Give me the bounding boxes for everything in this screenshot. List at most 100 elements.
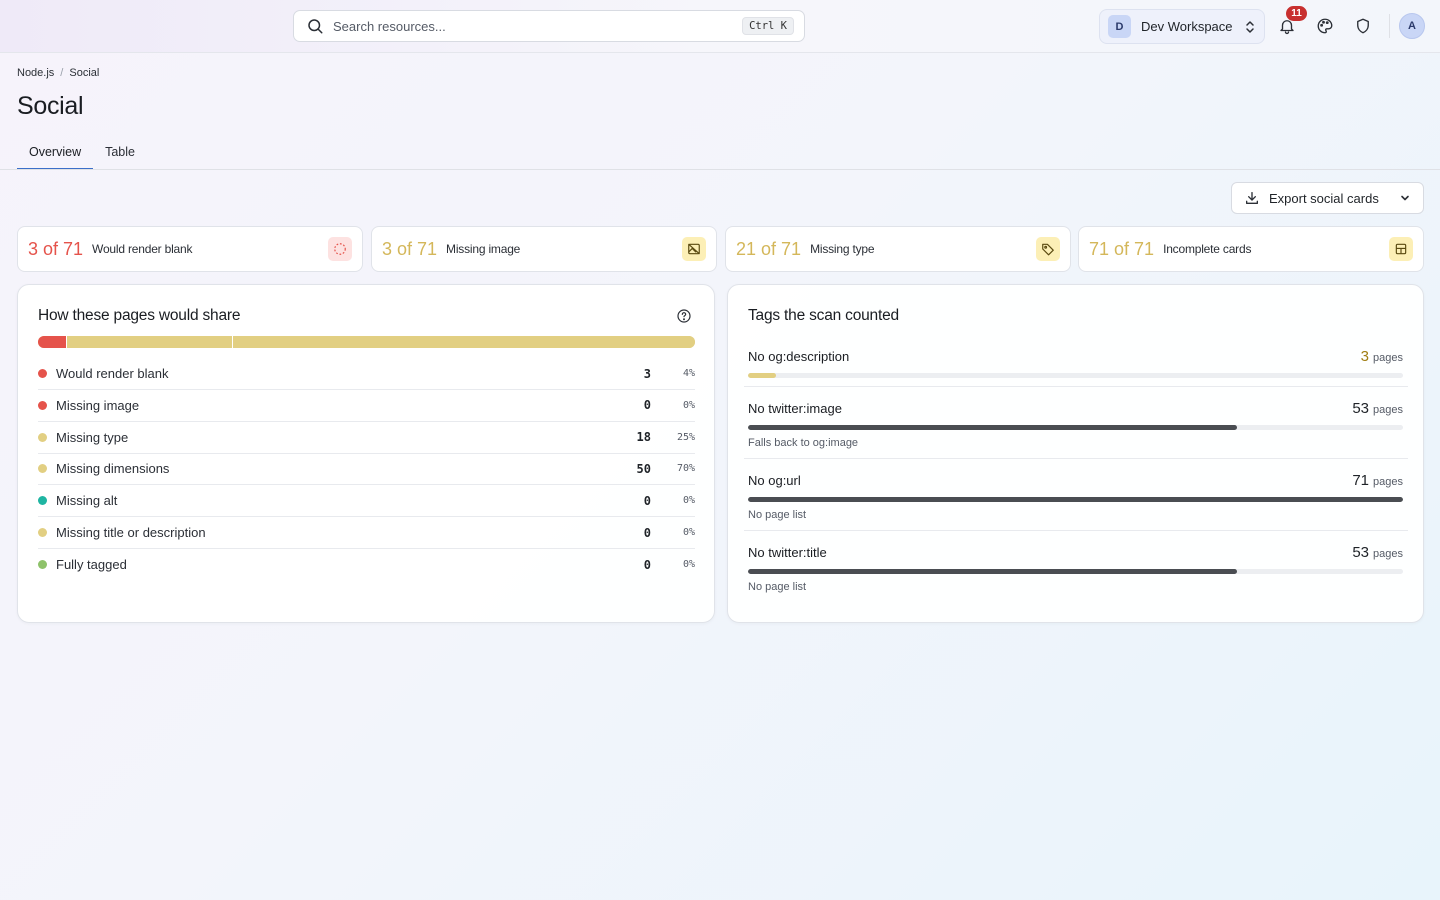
share-row-percent: 70% <box>676 463 695 475</box>
search-box[interactable]: Search resources... Ctrl K <box>293 10 805 42</box>
legend-dot <box>38 528 47 537</box>
tag-progress-fill <box>748 425 1237 430</box>
workspace-badge: D <box>1108 15 1131 38</box>
tag-name: No twitter:title <box>748 545 827 560</box>
breadcrumb-parent[interactable]: Node.js <box>17 67 54 79</box>
tabs-divider <box>0 169 1440 170</box>
tag-count: 53 <box>1352 400 1370 417</box>
search-icon <box>306 17 324 35</box>
stat-value: 71 of 71 <box>1089 238 1155 259</box>
share-row-percent: 25% <box>676 431 695 443</box>
workspace-switcher[interactable]: D Dev Workspace <box>1099 9 1265 44</box>
stat-value: 3 of 71 <box>28 238 84 259</box>
stat-card-missing-image[interactable]: 3 of 71 Missing image <box>371 226 717 272</box>
share-row-count: 3 <box>643 366 651 381</box>
share-distribution-bar <box>38 336 695 348</box>
tag-item[interactable]: No twitter:image 53 pages Falls back to og:… <box>748 400 1403 449</box>
stat-label: Incomplete cards <box>1163 242 1252 256</box>
tag-unit: pages <box>1373 352 1403 364</box>
tab-bar: Overview Table <box>17 136 147 170</box>
stat-label: Would render blank <box>92 242 193 256</box>
share-row[interactable]: Missing alt 0 0% <box>38 485 695 518</box>
share-row[interactable]: Missing type 18 25% <box>38 422 695 454</box>
search-input[interactable]: Search resources... <box>333 19 742 34</box>
stat-value: 21 of 71 <box>736 238 802 259</box>
share-row-count: 0 <box>643 557 651 572</box>
page-title: Social <box>17 92 84 120</box>
tag-progress-fill <box>748 373 776 378</box>
share-row-label: Would render blank <box>56 366 169 381</box>
share-row[interactable]: Missing title or description 0 0% <box>38 517 695 549</box>
tag-divider <box>744 530 1408 531</box>
notification-count-badge: 11 <box>1286 6 1307 21</box>
search-shortcut: Ctrl K <box>742 17 794 35</box>
tab-table[interactable]: Table <box>93 136 147 170</box>
share-row-percent: 0% <box>682 559 695 571</box>
help-circle-icon[interactable] <box>676 308 692 324</box>
tag-item[interactable]: No twitter:title 53 pages No page list <box>748 544 1403 593</box>
legend-dot <box>38 464 47 474</box>
share-row-percent: 0% <box>682 399 695 411</box>
share-row[interactable]: Would render blank 3 4% <box>38 358 695 390</box>
tag-count: 53 <box>1352 544 1370 561</box>
tag-count: 71 <box>1352 472 1370 489</box>
share-bar-segment <box>65 336 233 348</box>
tag-item[interactable]: No og:description 3 pages <box>748 348 1403 378</box>
tag-note: No page list <box>748 581 807 593</box>
share-row-label: Missing type <box>56 429 129 445</box>
share-summary-card: How these pages would share Would render… <box>17 284 715 623</box>
share-row-label: Missing alt <box>56 493 118 509</box>
tag-divider <box>744 458 1408 459</box>
tag-item[interactable]: No og:url 71 pages No page list <box>748 472 1403 521</box>
legend-dot <box>38 496 47 506</box>
tag-progress-track <box>748 497 1403 502</box>
tab-overview[interactable]: Overview <box>17 136 94 170</box>
header-divider <box>1389 14 1390 38</box>
chevron-down-icon <box>1399 192 1411 204</box>
export-social-cards-button[interactable]: Export social cards <box>1231 182 1424 214</box>
share-row-count: 0 <box>643 398 651 413</box>
shield-icon <box>1354 17 1372 35</box>
tag-progress-fill <box>748 569 1237 574</box>
tag-progress-track <box>748 373 1403 378</box>
stat-label: Missing type <box>810 242 875 256</box>
share-row-percent: 4% <box>682 368 695 379</box>
share-card-title: How these pages would share <box>38 307 241 324</box>
breadcrumb: Node.js / Social <box>17 67 99 79</box>
export-label: Export social cards <box>1269 190 1379 206</box>
top-bar: Search resources... Ctrl K D Dev Workspa… <box>0 0 1440 53</box>
legend-dot <box>38 369 47 378</box>
security-button[interactable] <box>1352 15 1374 37</box>
stat-card-missing-type[interactable]: 21 of 71 Missing type <box>725 226 1071 272</box>
tag-note: Falls back to og:image <box>748 437 859 449</box>
tag-unit: pages <box>1373 476 1403 488</box>
tag-note: No page list <box>748 509 807 521</box>
stat-label: Missing image <box>446 242 521 256</box>
avatar[interactable]: A <box>1399 13 1425 39</box>
share-row-label: Missing title or description <box>56 525 206 540</box>
theme-button[interactable] <box>1314 15 1336 37</box>
breadcrumb-current: Social <box>69 67 100 79</box>
share-row[interactable]: Missing image 0 0% <box>38 390 695 422</box>
share-row[interactable]: Missing dimensions 50 70% <box>38 453 695 486</box>
share-row-label: Missing dimensions <box>56 461 170 477</box>
share-row-percent: 0% <box>682 527 695 538</box>
legend-dot <box>38 560 47 570</box>
stat-card-incomplete-cards[interactable]: 71 of 71 Incomplete cards <box>1078 226 1424 272</box>
image-off-icon <box>682 237 706 261</box>
tags-card: Tags the scan counted No og:description 3… <box>727 284 1424 623</box>
layout-icon <box>1389 237 1413 261</box>
tag-name: No og:description <box>748 349 850 364</box>
tag-count: 3 <box>1360 348 1370 365</box>
tag-icon <box>1036 237 1060 261</box>
tag-progress-track <box>748 425 1403 430</box>
tag-unit: pages <box>1373 404 1403 416</box>
legend-dot <box>38 400 47 410</box>
share-row-count: 0 <box>643 493 651 508</box>
share-row[interactable]: Fully tagged 0 0% <box>38 549 695 581</box>
share-bar-segment <box>38 336 66 348</box>
share-row-count: 18 <box>636 430 651 445</box>
share-row-percent: 0% <box>682 495 695 507</box>
share-row-count: 50 <box>636 461 651 476</box>
stat-card-render-blank[interactable]: 3 of 71 Would render blank <box>17 226 363 272</box>
